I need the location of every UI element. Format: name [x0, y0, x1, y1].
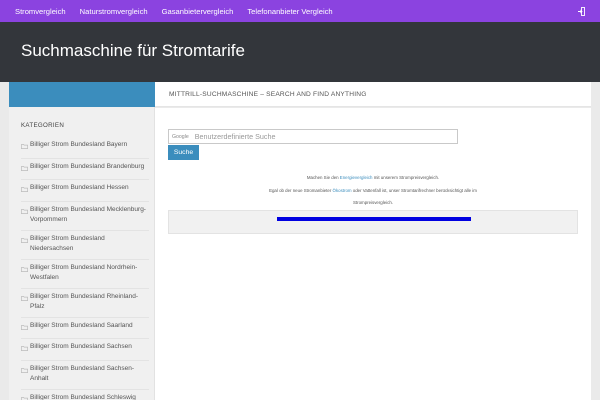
- site-title[interactable]: Suchmaschine für Stromtarife: [21, 41, 245, 61]
- category-link[interactable]: Billiger Strom Bundesland Brandenburg: [30, 162, 144, 173]
- folder-icon: [21, 208, 29, 219]
- login-icon[interactable]: [577, 5, 586, 17]
- category-link[interactable]: Billiger Strom Bundesland Hessen: [30, 183, 129, 194]
- nav-item-1[interactable]: Stromvergleich: [15, 7, 66, 16]
- site-header: Suchmaschine für Stromtarife: [0, 22, 600, 82]
- page-title: Mittrill-Suchmaschine – Search and find …: [169, 91, 367, 98]
- main-content: Google Suche Machen Sie den Energievergl…: [155, 108, 591, 400]
- category-item[interactable]: Billiger Strom Bundesland Bayern: [21, 137, 149, 158]
- folder-icon: [21, 165, 29, 176]
- sidebar-header-bar: [9, 82, 155, 107]
- category-link[interactable]: Billiger Strom Bundesland Schleswig Hols…: [30, 393, 149, 400]
- energievergleich-link[interactable]: Energievergleich: [340, 175, 373, 180]
- info-line-3: Strompreisvergleich.: [352, 200, 394, 205]
- folder-icon: [21, 345, 29, 356]
- top-nav-items: Stromvergleich Naturstromvergleich Gasanbi…: [0, 7, 347, 16]
- category-item[interactable]: Billiger Strom Bundesland Nordrhein-West…: [21, 258, 149, 288]
- folder-icon: [21, 143, 29, 154]
- folder-icon: [21, 396, 29, 400]
- category-item[interactable]: Billiger Strom Bundesland Sachsen-Anhalt: [21, 359, 149, 389]
- categories-title: KATEGORIEN: [21, 122, 65, 129]
- top-navigation: Stromvergleich Naturstromvergleich Gasanbi…: [0, 0, 600, 22]
- category-item[interactable]: Billiger Strom Bundesland Schleswig Hols…: [21, 388, 149, 400]
- category-link[interactable]: Billiger Strom Bundesland Niedersachsen: [30, 234, 149, 255]
- google-label: Google: [172, 133, 189, 140]
- nav-item-3[interactable]: Gasanbietervergleich: [162, 7, 234, 16]
- category-item[interactable]: Billiger Strom Bundesland Rheinland-Pfal…: [21, 287, 149, 317]
- category-link[interactable]: Billiger Strom Bundesland Bayern: [30, 140, 127, 151]
- category-item[interactable]: Billiger Strom Bundesland Saarland: [21, 316, 149, 339]
- category-link[interactable]: Billiger Strom Bundesland Saarland: [30, 321, 133, 332]
- info-line-2: Egal ob der neue Stromanbieter Ökostrom …: [269, 187, 477, 193]
- sidebar: KATEGORIEN Billiger Strom Bundesland Bay…: [9, 107, 155, 400]
- content-header: Mittrill-Suchmaschine – Search and find …: [155, 82, 591, 107]
- loading-progress: [277, 217, 471, 221]
- category-link[interactable]: Billiger Strom Bundesland Nordrhein-West…: [30, 263, 149, 284]
- search-button[interactable]: Suche: [168, 145, 199, 160]
- info-text: Machen Sie den Energievergleich mit unse…: [168, 172, 578, 210]
- info-line-1: Machen Sie den Energievergleich mit unse…: [306, 175, 440, 180]
- search-box: Google: [168, 129, 458, 144]
- nav-item-4[interactable]: Telefonanbieter Vergleich: [247, 7, 332, 16]
- category-link[interactable]: Billiger Strom Bundesland Sachsen-Anhalt: [30, 364, 149, 385]
- folder-icon: [21, 266, 29, 277]
- folder-icon: [21, 324, 29, 335]
- folder-icon: [21, 295, 29, 306]
- loading-progress-fill: [277, 217, 471, 221]
- oekostrom-link[interactable]: Ökostrom: [333, 188, 352, 193]
- category-link[interactable]: Billiger Strom Bundesland Sachsen: [30, 342, 132, 353]
- folder-icon: [21, 237, 29, 248]
- category-item[interactable]: Billiger Strom Bundesland Mecklenburg-Vo…: [21, 200, 149, 230]
- category-item[interactable]: Billiger Strom Bundesland Hessen: [21, 179, 149, 201]
- search-input[interactable]: [194, 132, 445, 141]
- category-item[interactable]: Billiger Strom Bundesland Niedersachsen: [21, 229, 149, 259]
- category-link[interactable]: Billiger Strom Bundesland Rheinland-Pfal…: [30, 292, 149, 313]
- search-results-area: [168, 210, 578, 234]
- folder-icon: [21, 186, 29, 197]
- category-item[interactable]: Billiger Strom Bundesland Sachsen: [21, 338, 149, 360]
- category-link[interactable]: Billiger Strom Bundesland Mecklenburg-Vo…: [30, 205, 149, 226]
- category-list: Billiger Strom Bundesland Bayern Billiger…: [21, 137, 149, 400]
- folder-icon: [21, 367, 29, 378]
- nav-item-2[interactable]: Naturstromvergleich: [80, 7, 148, 16]
- category-item[interactable]: Billiger Strom Bundesland Brandenburg: [21, 157, 149, 180]
